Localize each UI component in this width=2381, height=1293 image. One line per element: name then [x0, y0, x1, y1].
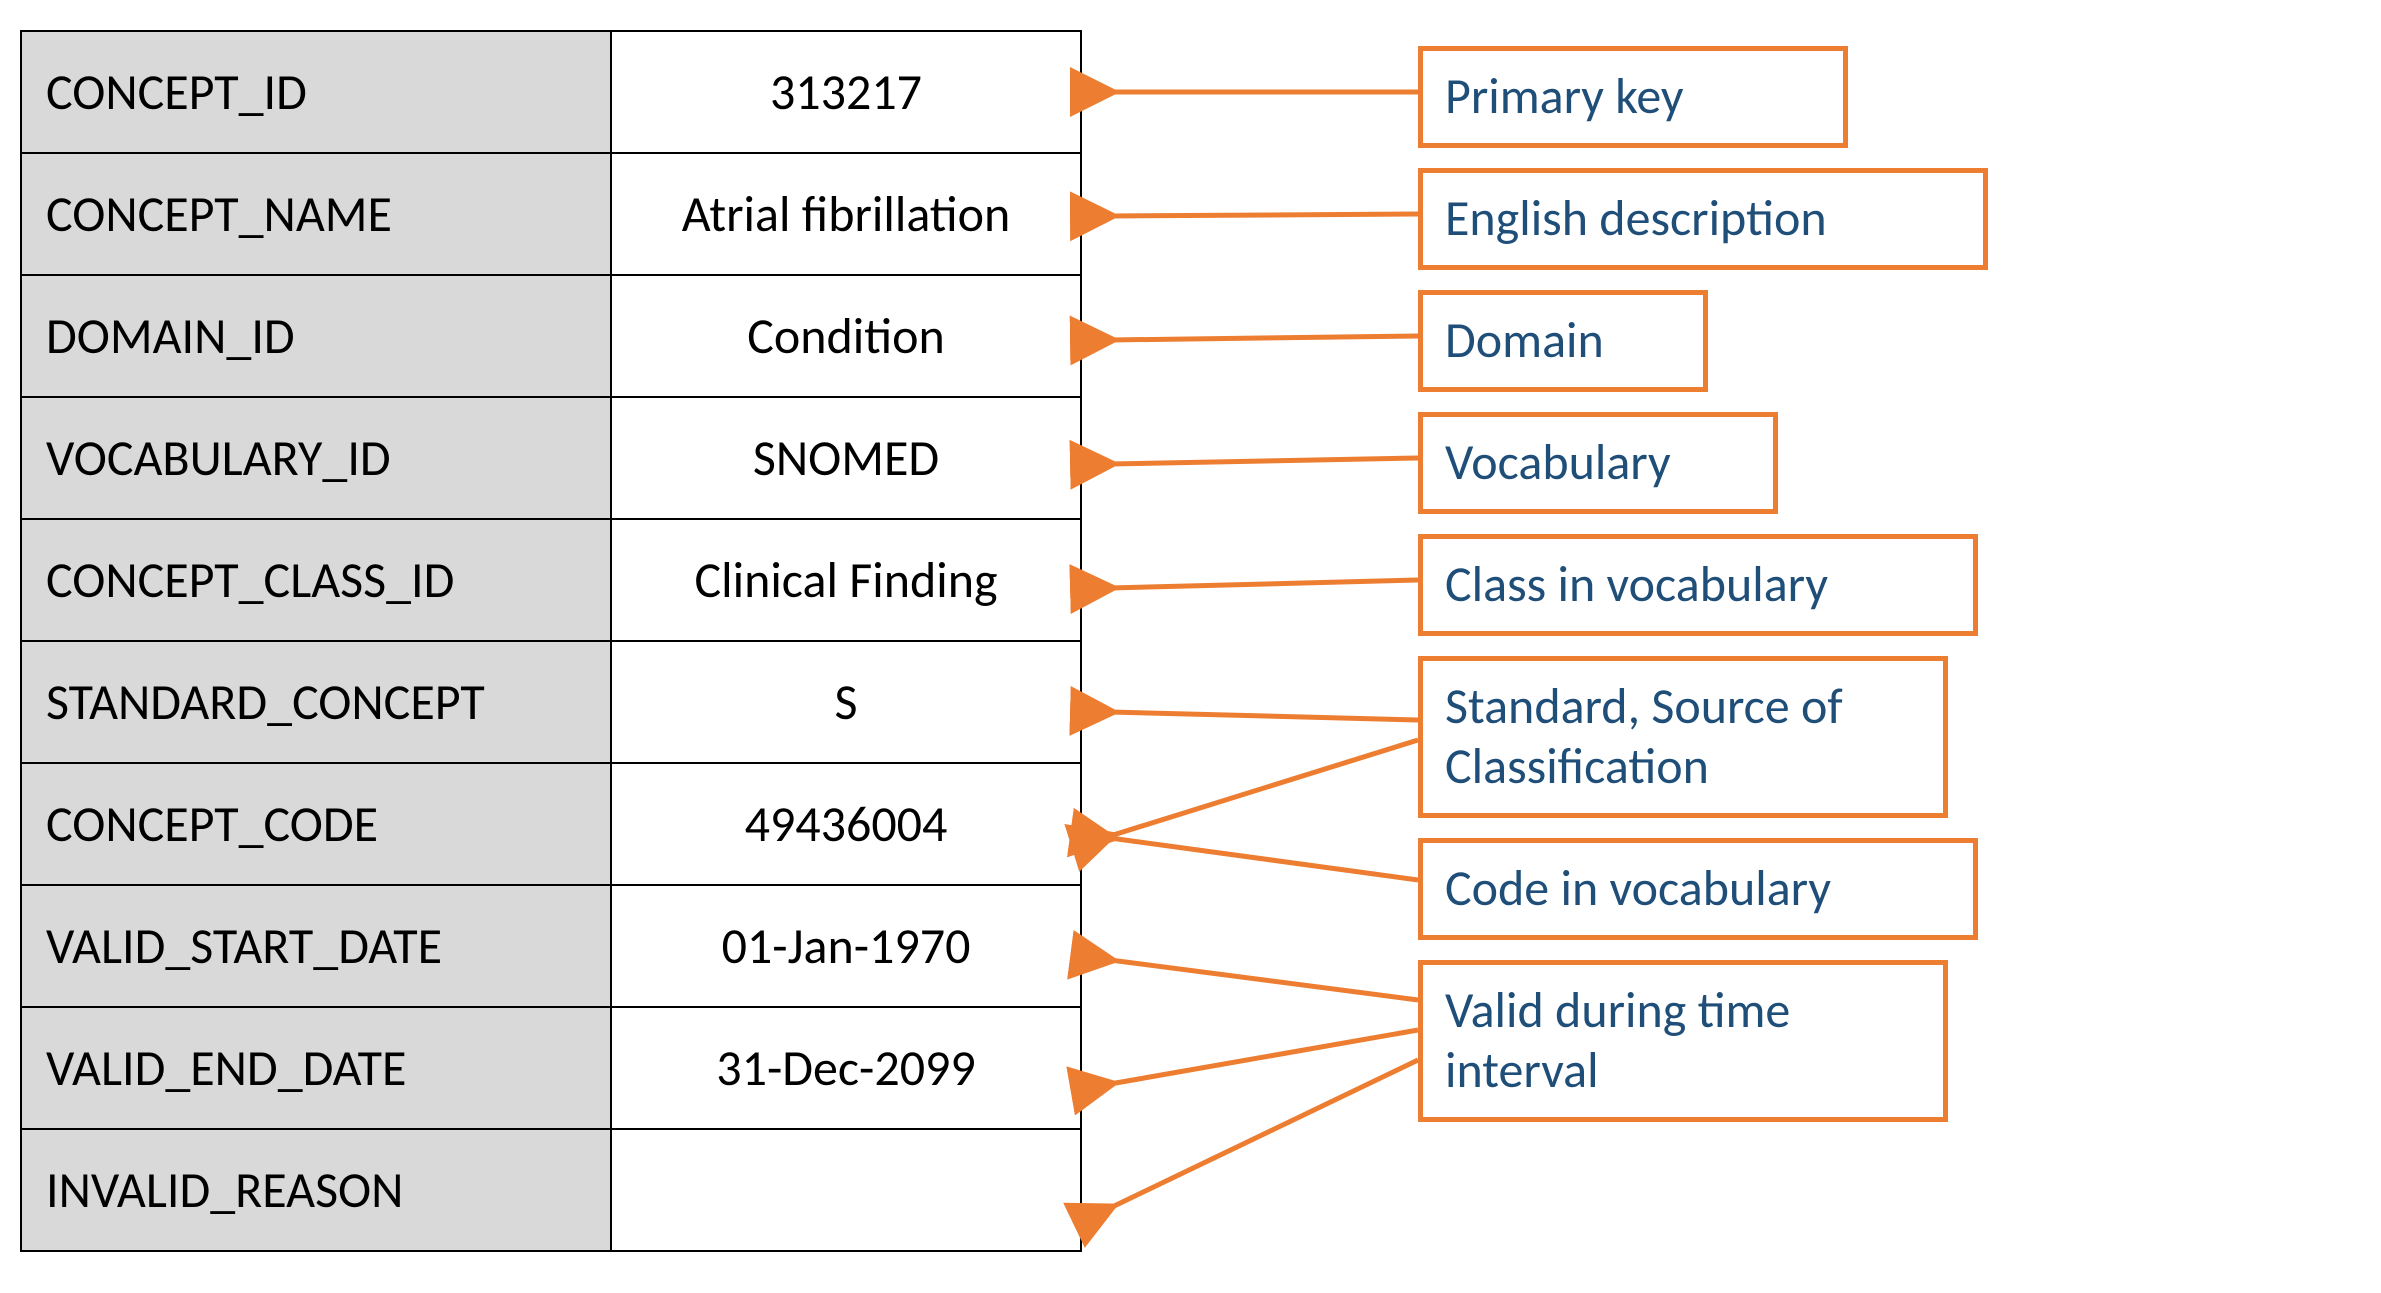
field-name: INVALID_REASON: [21, 1129, 611, 1251]
field-value: 49436004: [611, 763, 1081, 885]
field-name: CONCEPT_CLASS_ID: [21, 519, 611, 641]
table-row: VALID_END_DATE 31-Dec-2099: [21, 1007, 1081, 1129]
arrow-icon: [1110, 838, 1418, 880]
table-row: CONCEPT_CODE 49436004: [21, 763, 1081, 885]
arrow-icon: [1110, 1030, 1418, 1084]
field-value: 01-Jan-1970: [611, 885, 1081, 1007]
arrow-icon: [1110, 960, 1418, 1000]
arrow-icon: [1110, 336, 1418, 340]
table-row: DOMAIN_ID Condition: [21, 275, 1081, 397]
arrow-icon: [1110, 712, 1418, 720]
concept-table: CONCEPT_ID 313217 CONCEPT_NAME Atrial fi…: [20, 30, 1082, 1252]
annotation-english-description: English description: [1418, 168, 1988, 270]
field-value: SNOMED: [611, 397, 1081, 519]
field-name: VOCABULARY_ID: [21, 397, 611, 519]
field-name: VALID_END_DATE: [21, 1007, 611, 1129]
field-value: Condition: [611, 275, 1081, 397]
table-row: CONCEPT_NAME Atrial fibrillation: [21, 153, 1081, 275]
field-value: S: [611, 641, 1081, 763]
annotation-code-in-vocabulary: Code in vocabulary: [1418, 838, 1978, 940]
field-value: [611, 1129, 1081, 1251]
arrow-icon: [1110, 214, 1418, 216]
annotation-domain: Domain: [1418, 290, 1708, 392]
field-value: Clinical Finding: [611, 519, 1081, 641]
arrow-icon: [1110, 740, 1418, 836]
field-name: CONCEPT_NAME: [21, 153, 611, 275]
arrow-icon: [1110, 580, 1418, 588]
field-value: 31-Dec-2099: [611, 1007, 1081, 1129]
field-name: CONCEPT_CODE: [21, 763, 611, 885]
table-row: VALID_START_DATE 01-Jan-1970: [21, 885, 1081, 1007]
annotation-primary-key: Primary key: [1418, 46, 1848, 148]
annotation-class-in-vocabulary: Class in vocabulary: [1418, 534, 1978, 636]
field-name: VALID_START_DATE: [21, 885, 611, 1007]
annotation-valid-interval: Valid during time interval: [1418, 960, 1948, 1122]
table-row: CONCEPT_CLASS_ID Clinical Finding: [21, 519, 1081, 641]
field-name: STANDARD_CONCEPT: [21, 641, 611, 763]
field-name: CONCEPT_ID: [21, 31, 611, 153]
table-row: VOCABULARY_ID SNOMED: [21, 397, 1081, 519]
field-value: 313217: [611, 31, 1081, 153]
table-row: STANDARD_CONCEPT S: [21, 641, 1081, 763]
field-value: Atrial fibrillation: [611, 153, 1081, 275]
annotation-vocabulary: Vocabulary: [1418, 412, 1778, 514]
table-row: INVALID_REASON: [21, 1129, 1081, 1251]
diagram-canvas: CONCEPT_ID 313217 CONCEPT_NAME Atrial fi…: [0, 0, 2381, 1293]
table-row: CONCEPT_ID 313217: [21, 31, 1081, 153]
field-name: DOMAIN_ID: [21, 275, 611, 397]
arrow-icon: [1110, 458, 1418, 464]
arrow-icon: [1110, 1060, 1418, 1208]
annotation-standard-source: Standard, Source of Classification: [1418, 656, 1948, 818]
